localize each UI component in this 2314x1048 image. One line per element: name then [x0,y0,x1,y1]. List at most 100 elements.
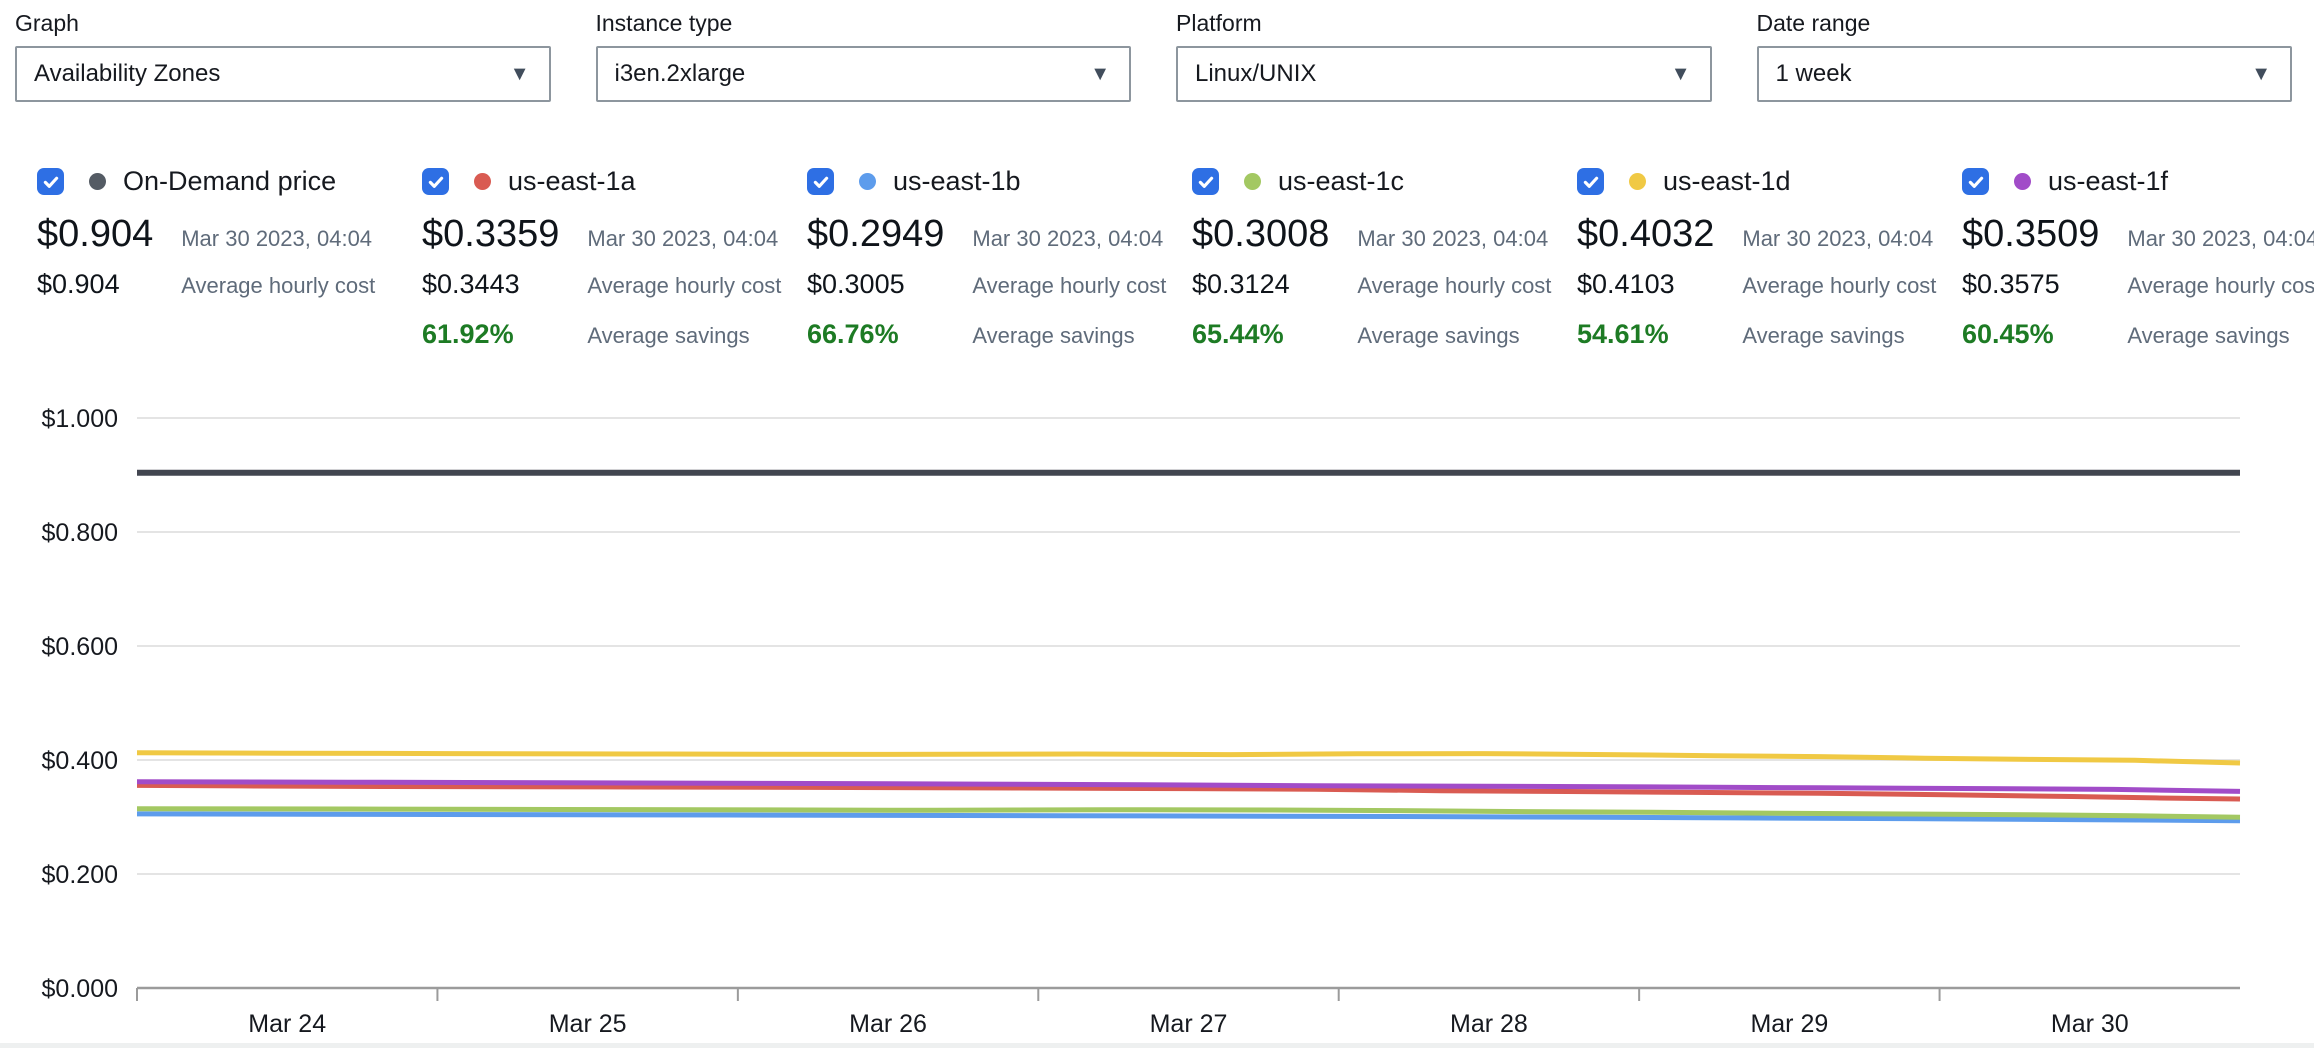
price-timestamp: Mar 30 2023, 04:04 [2127,226,2314,252]
x-axis-tick-label: Mar 29 [1750,1010,1828,1038]
caret-down-icon: ▼ [1671,64,1691,84]
y-axis-tick-label: $1.000 [42,405,118,433]
select-value: 1 week [1776,60,1852,88]
filter-controls: Graph Availability Zones ▼ Instance type… [0,0,2314,102]
checkmark-icon [1582,173,1600,191]
series-name: On-Demand price [123,166,336,197]
control-label: Date range [1757,10,2293,37]
series-color-dot-icon [1244,173,1261,190]
average-savings-label: Average savings [972,317,1192,349]
y-axis-tick-label: $0.400 [42,747,118,775]
date-range-select[interactable]: 1 week ▼ [1757,46,2293,102]
control-label: Platform [1176,10,1712,37]
price-timestamp: Mar 30 2023, 04:04 [1742,226,1962,252]
checkmark-icon [812,173,830,191]
average-hourly-cost-label: Average hourly cost [181,273,422,299]
instance-type-select[interactable]: i3en.2xlarge ▼ [596,46,1132,102]
average-hourly-cost-label: Average hourly cost [587,273,807,299]
filter-control-instance-type: Instance type i3en.2xlarge ▼ [596,10,1132,102]
control-label: Instance type [596,10,1132,37]
checkmark-icon [427,173,445,191]
bottom-divider [0,1043,2314,1048]
checkmark-icon [42,173,60,191]
price-timestamp: Mar 30 2023, 04:04 [1357,226,1577,252]
y-axis-tick-label: $0.600 [42,633,118,661]
average-hourly-cost: $0.3575 [1962,269,2099,300]
chart-legend: On-Demand price $0.904 Mar 30 2023, 04:0… [0,166,2314,350]
series-name: us-east-1c [1278,166,1404,197]
average-savings-label: Average savings [1357,317,1577,349]
average-savings: 61.92% [422,313,559,350]
average-hourly-cost: $0.3005 [807,269,944,300]
legend-item-on-demand: On-Demand price $0.904 Mar 30 2023, 04:0… [37,166,422,350]
series-name: us-east-1f [2048,166,2168,197]
legend-item-us-east-1d: us-east-1d $0.4032 Mar 30 2023, 04:04 $0… [1577,166,1962,350]
series-name: us-east-1d [1663,166,1791,197]
average-hourly-cost-label: Average hourly cost [2127,273,2314,299]
average-hourly-cost: $0.3443 [422,269,559,300]
series-line-us-east-1d [137,753,2240,763]
average-savings-label: Average savings [1742,317,1962,349]
average-savings-label: Average savings [2127,317,2314,349]
current-price: $0.3359 [422,213,559,256]
average-hourly-cost-label: Average hourly cost [1357,273,1577,299]
series-color-dot-icon [89,173,106,190]
average-hourly-cost: $0.4103 [1577,269,1714,300]
caret-down-icon: ▼ [2251,64,2271,84]
series-color-dot-icon [474,173,491,190]
x-axis-tick-label: Mar 27 [1150,1010,1228,1038]
filter-control-date-range: Date range 1 week ▼ [1757,10,2293,102]
price-timestamp: Mar 30 2023, 04:04 [181,226,422,252]
select-value: Linux/UNIX [1195,60,1316,88]
filter-control-graph: Graph Availability Zones ▼ [15,10,551,102]
current-price: $0.3509 [1962,213,2099,256]
series-color-dot-icon [859,173,876,190]
current-price: $0.4032 [1577,213,1714,256]
x-axis-tick-label: Mar 30 [2051,1010,2129,1038]
series-checkbox-us-east-1c[interactable] [1192,168,1219,195]
graph-select[interactable]: Availability Zones ▼ [15,46,551,102]
average-savings: 66.76% [807,313,944,350]
series-name: us-east-1b [893,166,1021,197]
caret-down-icon: ▼ [510,64,530,84]
y-axis-tick-label: $0.000 [42,975,118,1003]
current-price: $0.904 [37,213,153,256]
checkmark-icon [1197,173,1215,191]
legend-item-us-east-1b: us-east-1b $0.2949 Mar 30 2023, 04:04 $0… [807,166,1192,350]
select-value: Availability Zones [34,60,220,88]
average-savings: 54.61% [1577,313,1714,350]
average-savings: 65.44% [1192,313,1329,350]
y-axis-tick-label: $0.800 [42,519,118,547]
legend-item-us-east-1a: us-east-1a $0.3359 Mar 30 2023, 04:04 $0… [422,166,807,350]
legend-item-us-east-1f: us-east-1f $0.3509 Mar 30 2023, 04:04 $0… [1962,166,2314,350]
chart-canvas: $1.000 $0.800 $0.600 $0.400 $0.200 $0.000 Mar … [0,366,2314,1038]
series-checkbox-us-east-1b[interactable] [807,168,834,195]
average-hourly-cost-label: Average hourly cost [972,273,1192,299]
select-value: i3en.2xlarge [615,60,746,88]
control-label: Graph [15,10,551,37]
series-color-dot-icon [1629,173,1646,190]
average-savings: 60.45% [1962,313,2099,350]
filter-control-platform: Platform Linux/UNIX ▼ [1176,10,1712,102]
price-history-chart: $1.000 $0.800 $0.600 $0.400 $0.200 $0.000 Mar … [0,366,2314,1043]
caret-down-icon: ▼ [1090,64,1110,84]
price-timestamp: Mar 30 2023, 04:04 [587,226,807,252]
average-hourly-cost: $0.3124 [1192,269,1329,300]
x-axis-tick-label: Mar 28 [1450,1010,1528,1038]
x-axis-tick-label: Mar 24 [248,1010,326,1038]
checkmark-icon [1967,173,1985,191]
x-axis-tick-label: Mar 25 [549,1010,627,1038]
series-checkbox-on-demand[interactable] [37,168,64,195]
average-hourly-cost: $0.904 [37,269,153,300]
series-name: us-east-1a [508,166,636,197]
series-checkbox-us-east-1d[interactable] [1577,168,1604,195]
average-savings-label: Average savings [587,317,807,349]
current-price: $0.3008 [1192,213,1329,256]
platform-select[interactable]: Linux/UNIX ▼ [1176,46,1712,102]
y-axis-tick-label: $0.200 [42,861,118,889]
series-checkbox-us-east-1f[interactable] [1962,168,1989,195]
average-hourly-cost-label: Average hourly cost [1742,273,1962,299]
current-price: $0.2949 [807,213,944,256]
series-color-dot-icon [2014,173,2031,190]
series-checkbox-us-east-1a[interactable] [422,168,449,195]
